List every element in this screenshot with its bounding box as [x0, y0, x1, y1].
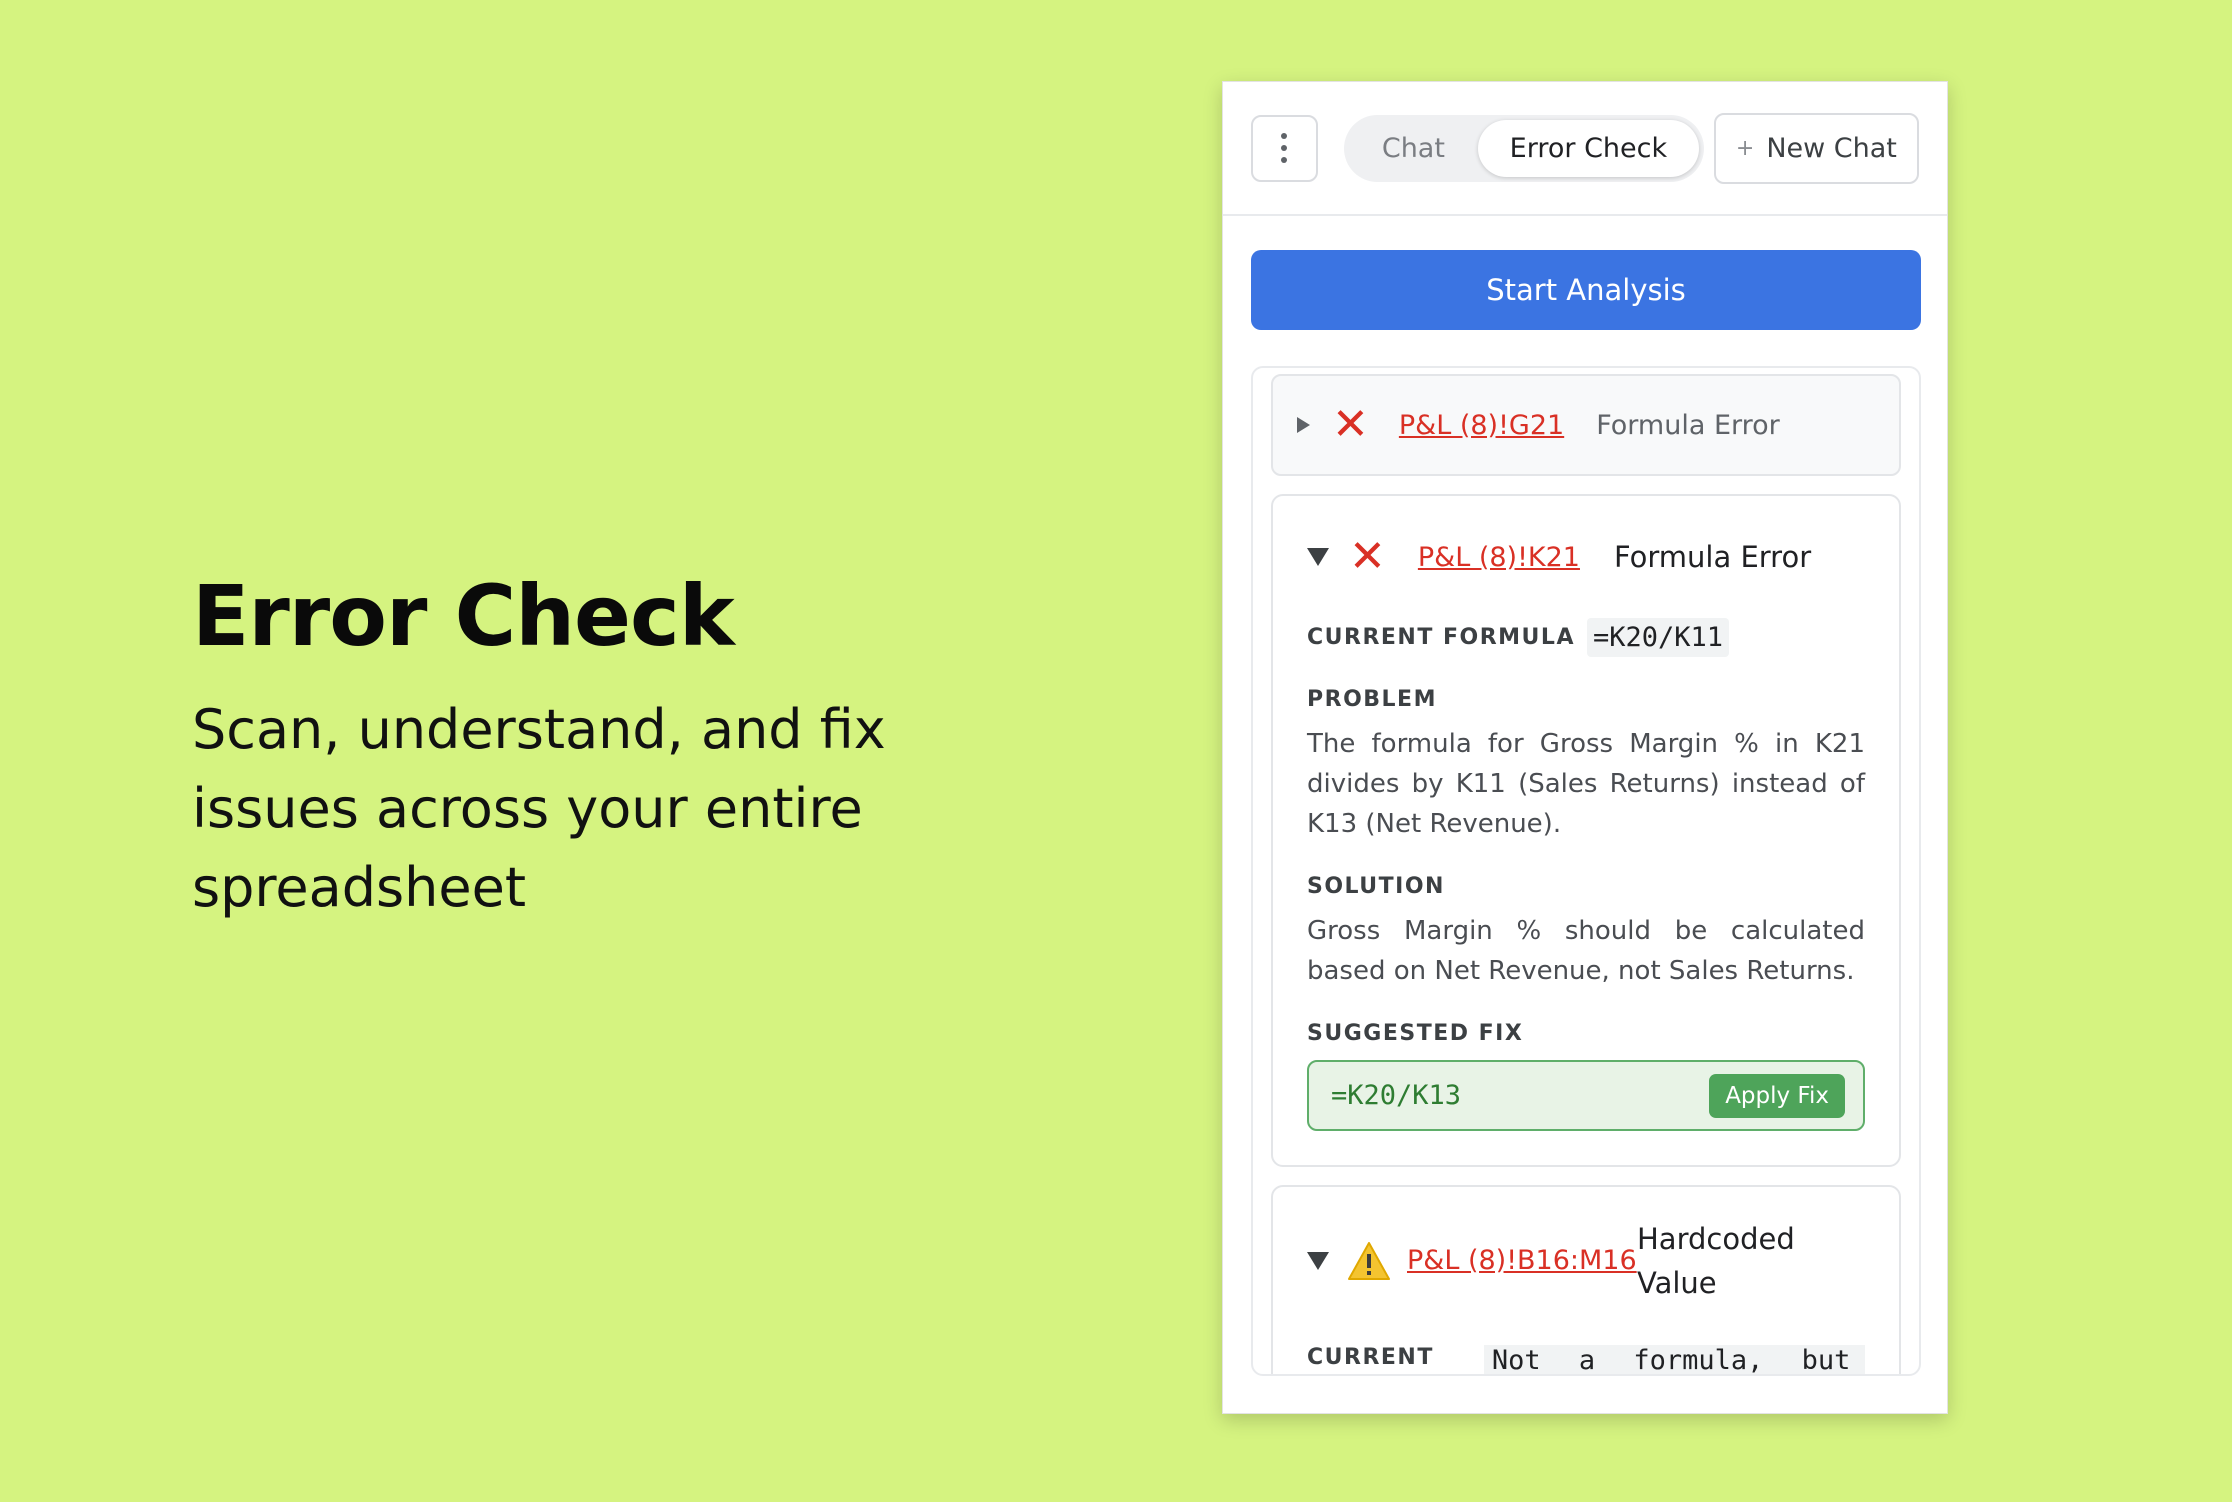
- current-value-code: Not a formula, but a: [1483, 1345, 1865, 1374]
- result-card-expanded: ✕ P&L (8)!K21 Formula Error CURRENT FORM…: [1271, 494, 1901, 1167]
- result-card-header[interactable]: ✕ P&L (8)!K21 Formula Error: [1307, 522, 1865, 592]
- error-type: Formula Error: [1613, 540, 1812, 574]
- cell-reference-link[interactable]: P&L (8)!B16:M16: [1407, 1239, 1637, 1283]
- result-card-header[interactable]: P&L (8)!B16:M16 Hardcoded Value: [1307, 1217, 1865, 1305]
- suggested-fix-code: =K20/K13: [1331, 1080, 1462, 1111]
- more-vert-icon-dot: [1281, 145, 1288, 151]
- new-chat-label: New Chat: [1766, 132, 1897, 164]
- current-label: CURRENT: [1307, 1345, 1434, 1370]
- apply-fix-button[interactable]: Apply Fix: [1709, 1073, 1845, 1118]
- current-value-row: CURRENT Not a formula, but a: [1307, 1345, 1865, 1374]
- solution-label: SOLUTION: [1307, 874, 1445, 899]
- expand-arrow-icon[interactable]: [1297, 417, 1310, 433]
- new-chat-button[interactable]: + New Chat: [1713, 112, 1919, 184]
- result-card-warning: P&L (8)!B16:M16 Hardcoded Value CURRENT …: [1271, 1185, 1901, 1374]
- panel-content: Start Analysis ✕ P&L (8)!G21 Formula Err…: [1223, 216, 1947, 1376]
- current-formula-row: CURRENT FORMULA =K20/K11: [1307, 618, 1865, 657]
- more-vert-icon: [1281, 133, 1288, 139]
- close-icon: ✕: [1332, 399, 1369, 450]
- problem-section: PROBLEM The formula for Gross Margin % i…: [1307, 687, 1865, 844]
- hero-subtitle: Scan, understand, and fix issues across …: [192, 698, 886, 920]
- collapse-arrow-icon[interactable]: [1307, 548, 1329, 566]
- solution-text: Gross Margin % should be calculated base…: [1307, 916, 1865, 986]
- hero: Error Check Scan, understand, and fix is…: [192, 570, 992, 927]
- warning-icon: [1348, 1242, 1390, 1280]
- result-card-collapsed[interactable]: ✕ P&L (8)!G21 Formula Error: [1271, 374, 1901, 476]
- suggested-fix-box: =K20/K13 Apply Fix: [1307, 1060, 1865, 1131]
- problem-label: PROBLEM: [1307, 687, 1437, 712]
- results-list[interactable]: ✕ P&L (8)!G21 Formula Error ✕ P&L (8)!K2…: [1251, 366, 1921, 1376]
- plus-icon: +: [1735, 135, 1755, 161]
- solution-section: SOLUTION Gross Margin % should be calcul…: [1307, 874, 1865, 991]
- tab-error-check[interactable]: Error Check: [1478, 119, 1699, 177]
- cell-reference-link[interactable]: P&L (8)!K21: [1418, 542, 1580, 573]
- tab-chat[interactable]: Chat: [1349, 120, 1478, 177]
- error-check-panel: Chat Error Check + New Chat Start Analys…: [1222, 81, 1948, 1414]
- more-vert-icon-dot: [1281, 157, 1288, 163]
- hero-title: Error Check: [192, 567, 735, 665]
- tab-switcher: Chat Error Check: [1343, 114, 1704, 182]
- panel-topbar: Chat Error Check + New Chat: [1223, 82, 1947, 216]
- suggested-fix-label: SUGGESTED FIX: [1307, 1021, 1524, 1046]
- current-formula-label: CURRENT FORMULA: [1307, 625, 1575, 650]
- error-type: Formula Error: [1596, 409, 1780, 441]
- current-formula-code: =K20/K11: [1586, 618, 1730, 657]
- collapse-arrow-icon[interactable]: [1307, 1252, 1329, 1270]
- cell-reference-link[interactable]: P&L (8)!G21: [1399, 410, 1564, 441]
- more-menu-button[interactable]: [1251, 114, 1318, 182]
- close-icon: ✕: [1349, 531, 1386, 582]
- suggested-fix-section: SUGGESTED FIX =K20/K13 Apply Fix: [1307, 1021, 1865, 1131]
- error-type: Hardcoded Value: [1637, 1222, 1795, 1300]
- problem-text: The formula for Gross Margin % in K21 di…: [1307, 729, 1865, 839]
- start-analysis-button[interactable]: Start Analysis: [1251, 250, 1921, 330]
